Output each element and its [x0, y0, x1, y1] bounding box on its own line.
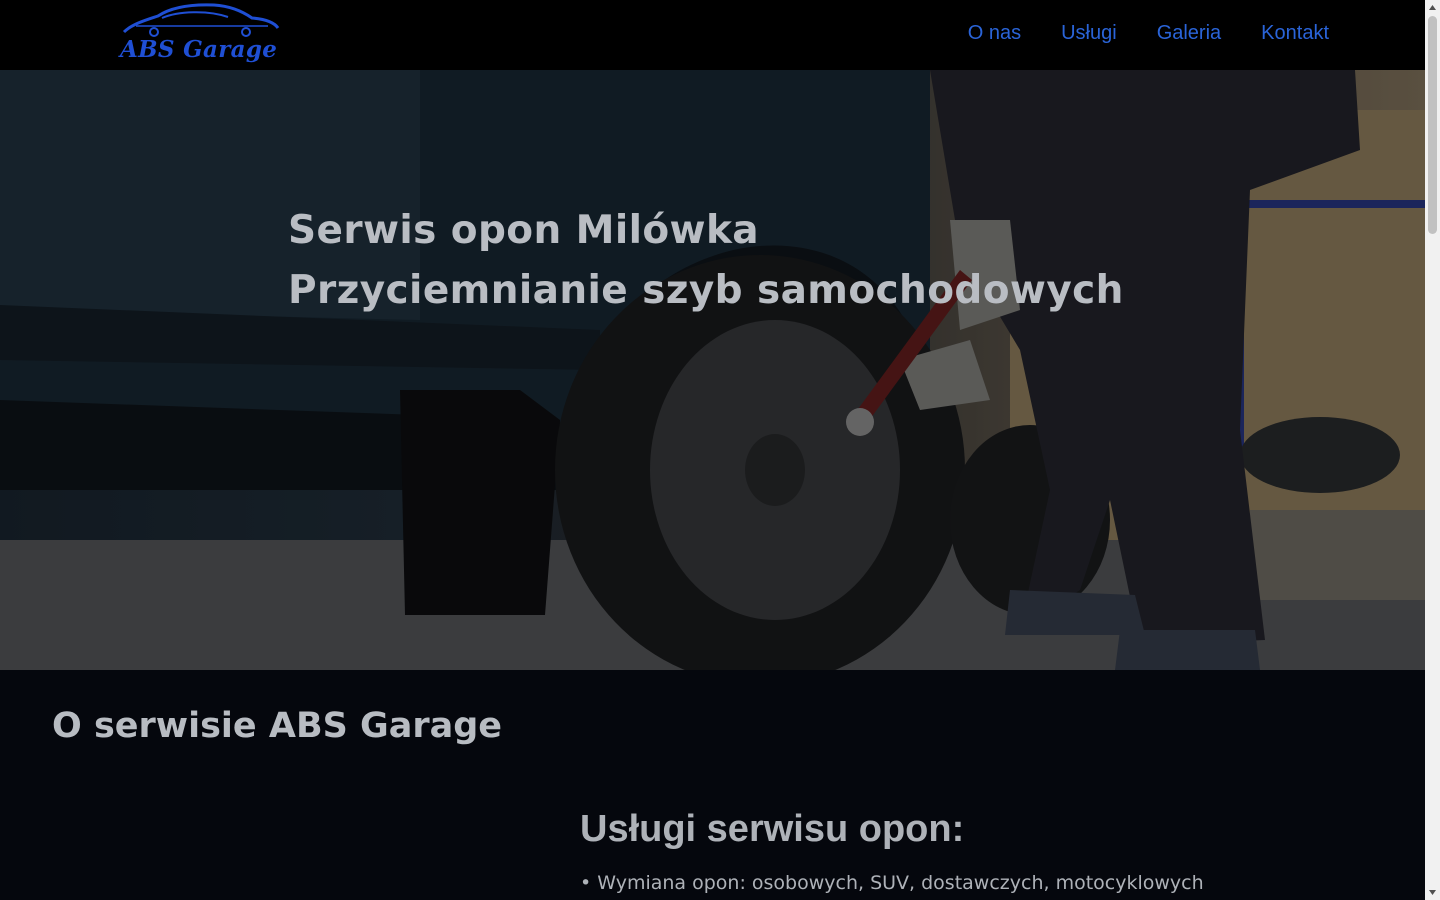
- hero-heading-line-2: Przyciemnianie szyb samochodowych: [288, 268, 1124, 313]
- services-list-item: • Wymiana opon: osobowych, SUV, dostawcz…: [580, 872, 1204, 894]
- nav-link-uslugi[interactable]: Usługi: [1061, 22, 1117, 45]
- navbar: ABS Garage O nas Usługi Galeria Kontakt: [0, 0, 1425, 70]
- services-title: Usługi serwisu opon:: [580, 808, 965, 850]
- nav-link-galeria[interactable]: Galeria: [1157, 22, 1221, 45]
- about-title: O serwisie ABS Garage: [52, 706, 503, 746]
- hero-overlay: [0, 70, 1425, 670]
- scroll-down-arrow-icon[interactable]: [1425, 885, 1440, 900]
- page-scrollbar[interactable]: [1425, 0, 1440, 900]
- about-section: O serwisie ABS Garage Usługi serwisu opo…: [0, 670, 1425, 900]
- main-nav: O nas Usługi Galeria Kontakt: [968, 22, 1329, 45]
- logo[interactable]: ABS Garage: [118, 2, 283, 68]
- hero-banner: Serwis opon Milówka Przyciemnianie szyb …: [0, 70, 1425, 670]
- logo-text: ABS Garage: [120, 36, 278, 63]
- scrollbar-thumb[interactable]: [1428, 16, 1437, 234]
- nav-link-o-nas[interactable]: O nas: [968, 22, 1021, 45]
- nav-link-kontakt[interactable]: Kontakt: [1261, 22, 1329, 45]
- scroll-up-arrow-icon[interactable]: [1425, 0, 1440, 15]
- hero-heading-line-1: Serwis opon Milówka: [288, 208, 760, 253]
